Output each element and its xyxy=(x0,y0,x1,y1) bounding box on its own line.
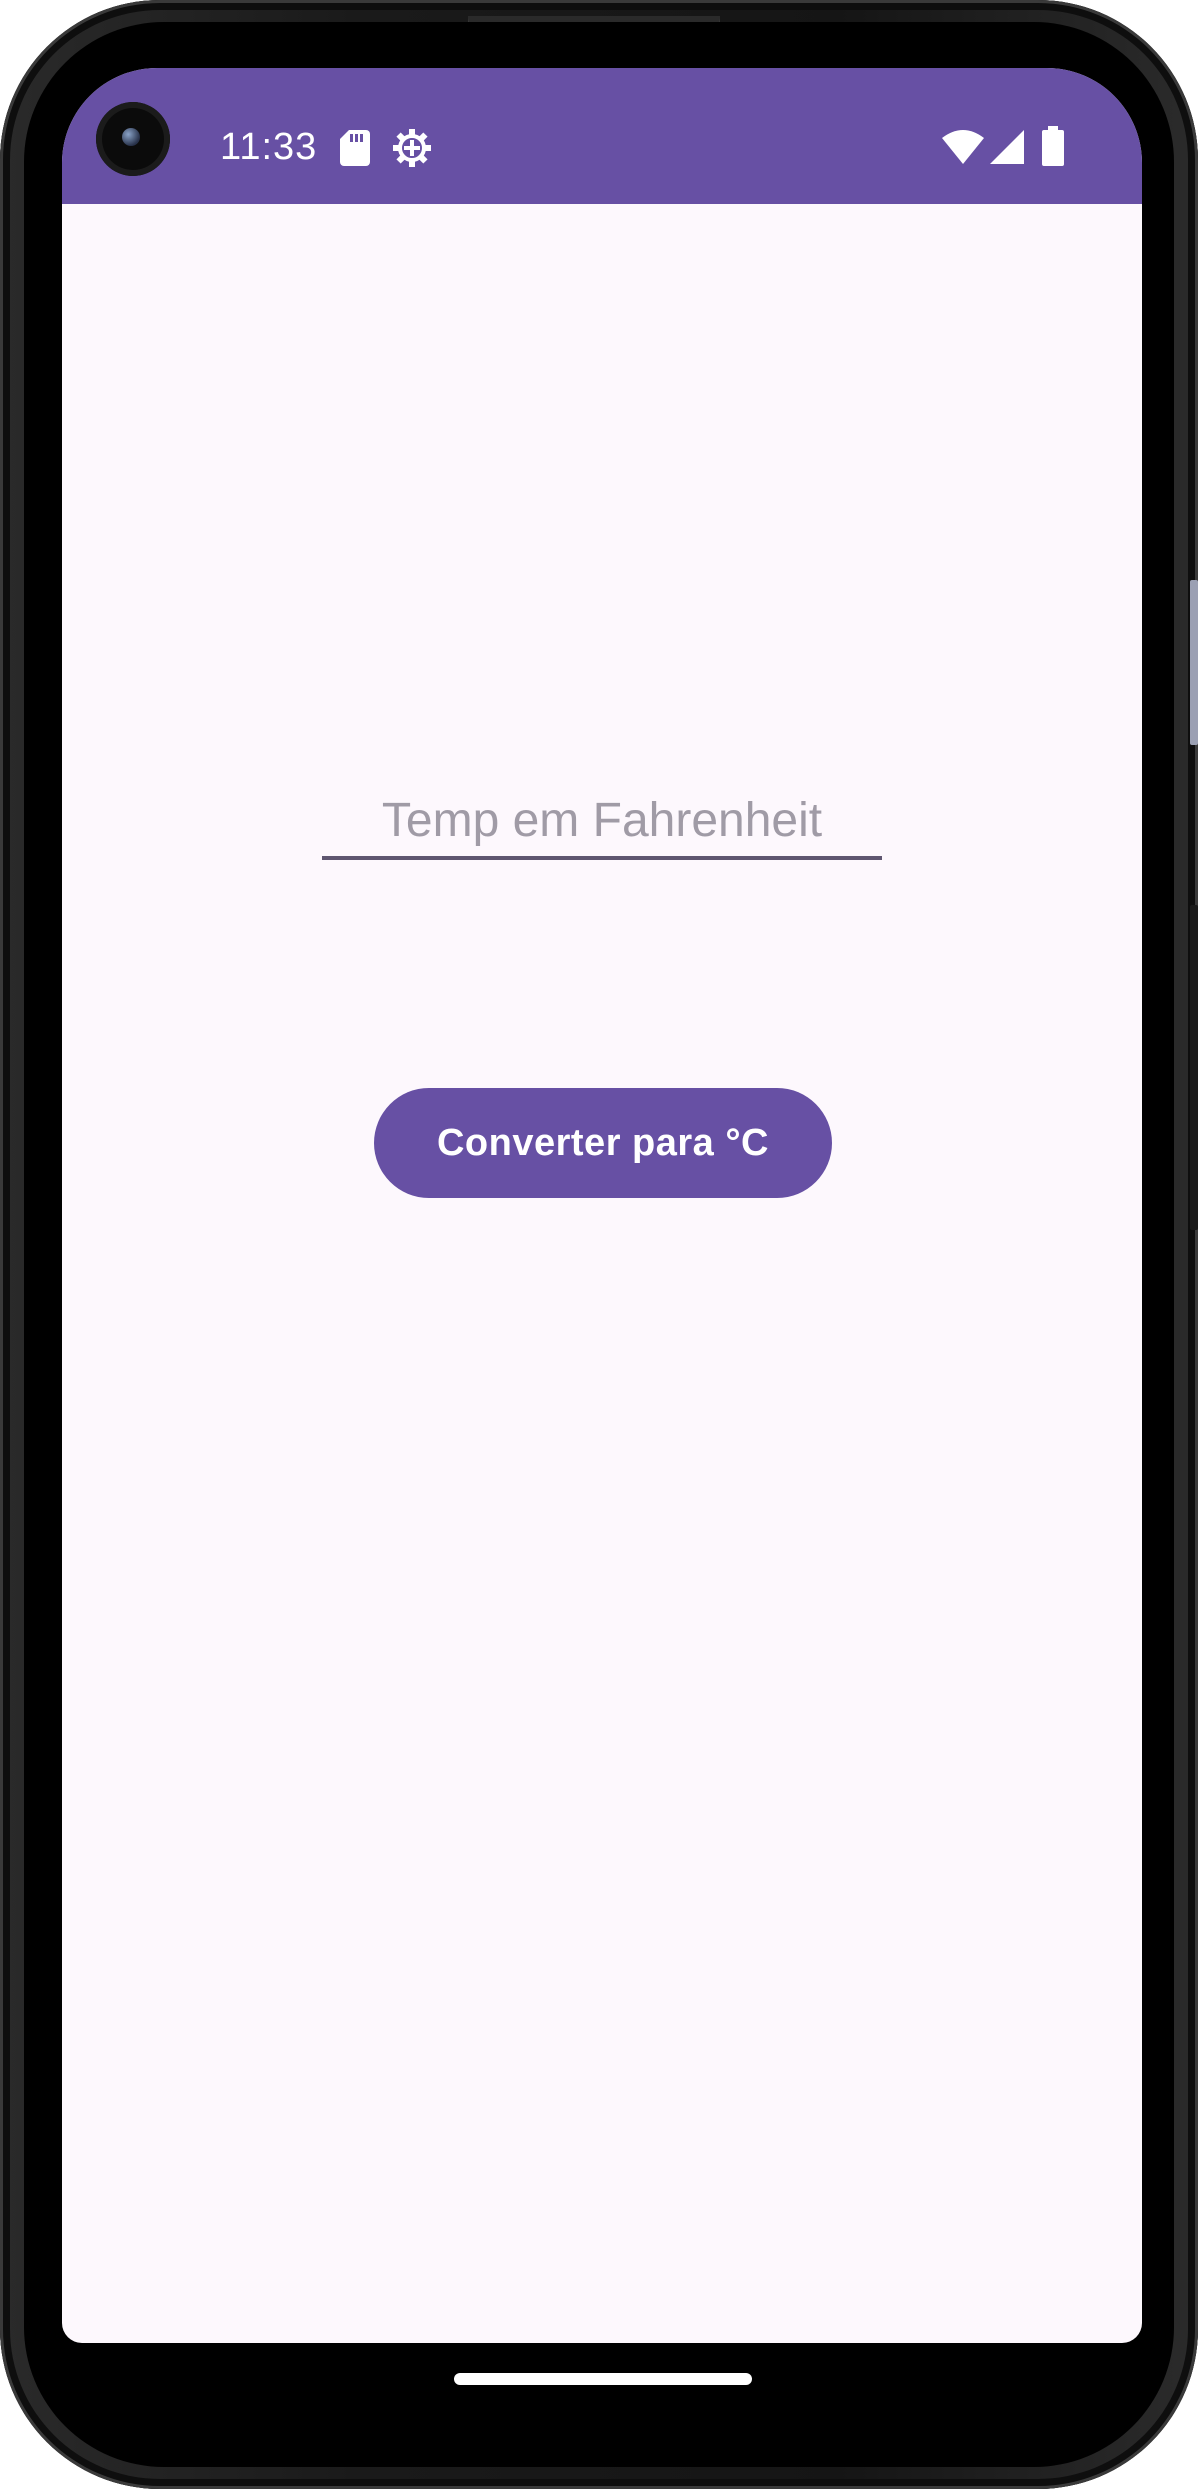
status-time: 11:33 xyxy=(220,126,318,168)
app-screen: 11:33 Temp em Fahrenheit Converter para … xyxy=(62,68,1142,2343)
home-gesture-handle[interactable] xyxy=(454,2373,752,2385)
battery-icon xyxy=(1042,126,1064,166)
gear-icon xyxy=(393,129,431,167)
volume-button xyxy=(1190,580,1198,745)
power-button xyxy=(1190,905,1198,1230)
wifi-icon xyxy=(942,130,984,164)
status-bar: 11:33 xyxy=(62,68,1142,204)
navigation-bar xyxy=(62,2343,1142,2423)
signal-icon xyxy=(990,130,1024,164)
main-content: Converter para °C xyxy=(62,204,1142,2343)
convert-to-celsius-button[interactable]: Converter para °C xyxy=(374,1088,832,1198)
front-camera-icon xyxy=(96,102,170,176)
sd-card-icon xyxy=(340,130,370,166)
fahrenheit-input[interactable] xyxy=(322,784,882,860)
